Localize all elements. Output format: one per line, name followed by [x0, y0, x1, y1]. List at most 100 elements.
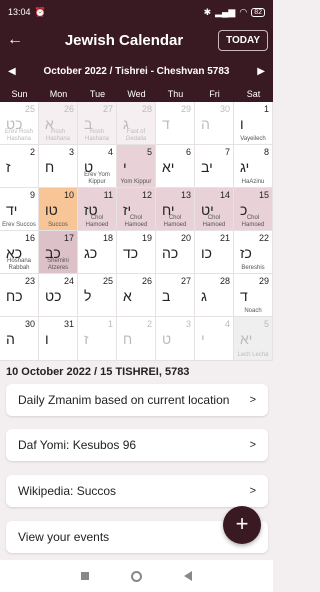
system-nav-bar [0, 560, 273, 592]
day-number: 5 [263, 319, 269, 330]
calendar-day-cell[interactable]: 9 יד Erev Succos [0, 188, 39, 232]
calendar-day-cell[interactable]: 1ז [78, 317, 117, 361]
day-number: 13 [180, 190, 191, 201]
day-number: 24 [63, 276, 74, 287]
calendar-day-cell[interactable]: 15 כ Chol Hamoed [234, 188, 273, 232]
calendar-day-cell[interactable]: 14 יט Chol Hamoed [195, 188, 234, 232]
calendar-day-cell[interactable]: 25 ל [78, 274, 117, 318]
calendar-day-cell[interactable]: 21 כו [195, 231, 234, 275]
weekday-label: Mon [49, 89, 68, 99]
weekday-label: Tue [89, 89, 106, 99]
zmanim-card[interactable]: Daily Zmanim based on current location > [6, 384, 268, 416]
calendar-day-cell[interactable]: 29 ד Noach [234, 274, 273, 318]
day-number: 17 [63, 233, 74, 244]
home-icon[interactable] [131, 570, 142, 582]
day-number: 23 [24, 276, 35, 287]
back-arrow-icon[interactable]: ← [0, 31, 30, 49]
calendar-day-cell[interactable]: 24 כט [39, 274, 78, 318]
today-button[interactable]: TODAY [218, 29, 268, 51]
hebrew-date: ד [240, 288, 248, 305]
day-number: 11 [103, 190, 113, 201]
calendar-day-cell[interactable]: 22 כז Bereshis [234, 231, 273, 275]
day-number: 2 [29, 147, 35, 158]
day-event: Erev Succos [2, 222, 36, 229]
calendar-day-cell[interactable]: 2ח [117, 317, 156, 361]
recents-icon[interactable] [81, 572, 89, 580]
signal-icon: ▂▄▆ [215, 6, 236, 17]
calendar-day-cell[interactable]: 5 יא Lech Lecha [234, 317, 273, 361]
calendar-day-cell[interactable]: 5 י Yom Kippur [117, 145, 156, 189]
calendar-day-cell[interactable]: 26 א [117, 274, 156, 318]
add-event-button[interactable]: + [223, 506, 261, 544]
hebrew-date: כד [123, 245, 139, 262]
calendar-day-cell[interactable]: 4 ט Erev Yom Kippur [78, 145, 117, 189]
hebrew-date: א [123, 288, 132, 305]
day-number: 4 [107, 147, 113, 158]
day-number: 3 [68, 147, 74, 158]
wikipedia-card[interactable]: Wikipedia: Succos > [6, 475, 268, 507]
day-event: Bereshis [241, 265, 265, 272]
calendar-day-cell[interactable]: 8 יג HaAzinu [234, 145, 273, 189]
day-event: Yom Kippur [120, 179, 152, 186]
back-icon[interactable] [184, 571, 192, 581]
day-number: 9 [29, 190, 35, 201]
day-number: 16 [24, 233, 35, 244]
calendar-day-cell[interactable]: 28 ג [195, 274, 234, 318]
hebrew-date: ח [123, 331, 133, 348]
calendar-day-cell[interactable]: 11 טז Chol Hamoed [78, 188, 117, 232]
card-label: Daily Zmanim based on current location [18, 393, 230, 407]
calendar-day-cell[interactable]: 25 כט Erev Rosh Hashana [0, 102, 39, 146]
bluetooth-icon: ✱ [203, 6, 212, 17]
calendar-day-cell[interactable]: 28 ג Fast of Gedalia [117, 102, 156, 146]
day-number: 22 [258, 233, 269, 244]
calendar-day-cell[interactable]: 30 ה [0, 317, 39, 361]
hebrew-date: יא [240, 331, 253, 348]
calendar-day-cell[interactable]: 27 ב Rosh Hashana [78, 102, 117, 146]
app-bar: ← Jewish Calendar TODAY [0, 24, 273, 56]
hebrew-date: כו [201, 245, 212, 262]
status-bar: 13:04 ⏰ ✱ ▂▄▆ ◠ 82 [0, 0, 273, 24]
battery-icon: 82 [251, 7, 265, 17]
next-month-icon[interactable]: ▶ [257, 66, 265, 77]
calendar-day-cell[interactable]: 6 יא [156, 145, 195, 189]
selected-date-header: 10 October 2022 / 15 TISHREI, 5783 [6, 366, 190, 378]
day-number: 29 [258, 276, 269, 287]
day-event: Chol Hamoed [241, 215, 265, 229]
calendar-day-cell[interactable]: 30 ה [195, 102, 234, 146]
calendar-day-cell[interactable]: 7 יב [195, 145, 234, 189]
calendar-day-cell[interactable]: 2ז [0, 145, 39, 189]
hebrew-date: יד [6, 202, 18, 219]
hebrew-date: ט [162, 331, 172, 348]
hebrew-date: יא [162, 159, 175, 176]
calendar-day-cell[interactable]: 31 ו [39, 317, 78, 361]
calendar-day-cell[interactable]: 27 ב [156, 274, 195, 318]
hebrew-date: ל [84, 288, 92, 305]
calendar-day-cell[interactable]: 16 כא Hoshana Rabbah [0, 231, 39, 275]
daf-yomi-card[interactable]: Daf Yomi: Kesubos 96 > [6, 429, 268, 461]
day-number: 1 [263, 104, 269, 114]
day-number: 25 [24, 104, 35, 114]
calendar-day-cell[interactable]: 10 טו Succos [39, 188, 78, 232]
calendar-day-cell[interactable]: 12 יז Chol Hamoed [117, 188, 156, 232]
calendar-day-cell[interactable]: 13 יח Chol Hamoed [156, 188, 195, 232]
hebrew-date: כה [162, 245, 179, 262]
calendar-grid: 25 כט Erev Rosh Hashana 26 א Rosh Hashana 27 ב R… [0, 102, 273, 361]
calendar-day-cell[interactable]: 3ח [39, 145, 78, 189]
calendar-day-cell[interactable]: 3ט [156, 317, 195, 361]
calendar-day-cell[interactable]: 17 כב Shemini Atzeres [39, 231, 78, 275]
calendar-day-cell[interactable]: 29 ד [156, 102, 195, 146]
calendar-day-cell[interactable]: 20 כה [156, 231, 195, 275]
prev-month-icon[interactable]: ◀ [8, 66, 16, 77]
calendar-day-cell[interactable]: 4י [195, 317, 234, 361]
card-label: Daf Yomi: Kesubos 96 [18, 438, 137, 452]
calendar-day-cell[interactable]: 1 ו Vayeilech [234, 102, 273, 146]
hebrew-date: כט [45, 288, 62, 305]
calendar-day-cell[interactable]: 19 כד [117, 231, 156, 275]
calendar-day-cell[interactable]: 18 כג [78, 231, 117, 275]
day-number: 30 [219, 104, 230, 114]
status-time: 13:04 [8, 7, 31, 17]
hebrew-date: י [201, 331, 205, 348]
hebrew-date: כח [6, 288, 23, 305]
calendar-day-cell[interactable]: 26 א Rosh Hashana [39, 102, 78, 146]
calendar-day-cell[interactable]: 23 כח [0, 274, 39, 318]
